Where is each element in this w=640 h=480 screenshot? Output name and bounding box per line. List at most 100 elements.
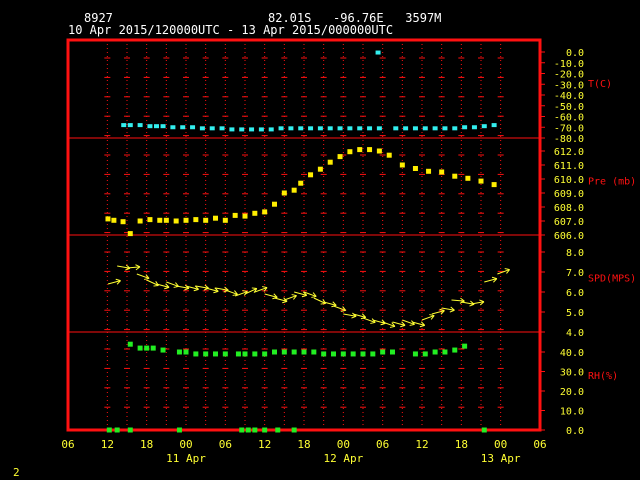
x-tick-label: 12 bbox=[101, 438, 114, 451]
wind-arrow-head bbox=[409, 323, 415, 326]
temperature-point bbox=[327, 126, 333, 131]
wind-arrow bbox=[421, 314, 435, 321]
pressure-point bbox=[222, 217, 228, 223]
axis-label: Pre (mb) bbox=[588, 177, 636, 188]
temperature-point bbox=[229, 127, 235, 132]
rh-point bbox=[183, 349, 189, 355]
rh-point bbox=[137, 345, 143, 351]
day-label: 11 Apr bbox=[166, 452, 206, 465]
rh-point bbox=[291, 349, 297, 355]
rh-point bbox=[106, 427, 112, 433]
rh-point bbox=[291, 427, 297, 433]
pressure-point bbox=[203, 217, 209, 223]
pressure-point bbox=[347, 149, 353, 155]
wind-arrow bbox=[382, 321, 396, 328]
pressure-point bbox=[120, 219, 126, 225]
rh-point bbox=[252, 351, 258, 357]
pressure-point bbox=[426, 168, 432, 174]
pressure-point bbox=[173, 218, 179, 224]
temperature-point bbox=[337, 126, 343, 131]
wind-arrow-head bbox=[193, 288, 199, 292]
rh-point bbox=[272, 349, 277, 355]
temperature-point bbox=[288, 126, 294, 131]
temperature-point bbox=[249, 127, 255, 132]
pressure-point bbox=[317, 166, 323, 172]
pressure-point bbox=[291, 187, 297, 193]
pressure-point bbox=[137, 218, 143, 224]
pressure-point bbox=[376, 148, 382, 154]
wind-arrow-head bbox=[491, 276, 497, 280]
wind-arrow-head bbox=[213, 290, 219, 294]
y-tick-label: 6.0 bbox=[566, 288, 584, 299]
wind-arrow-head bbox=[282, 300, 288, 304]
pressure-point bbox=[367, 147, 373, 153]
temperature-point bbox=[219, 126, 225, 131]
pressure-point bbox=[163, 217, 169, 223]
temperature-point bbox=[170, 125, 176, 130]
rh-point bbox=[281, 349, 287, 355]
temperature-point bbox=[278, 126, 284, 131]
y-tick-label: -30.0 bbox=[554, 80, 584, 91]
wind-arrow-head bbox=[153, 284, 159, 287]
rh-point bbox=[252, 427, 258, 433]
rh-point bbox=[340, 351, 346, 357]
temperature-point bbox=[375, 50, 381, 55]
rh-point bbox=[239, 427, 245, 433]
temperature-point bbox=[308, 126, 314, 131]
temperature-point bbox=[160, 124, 166, 129]
wind-arrow-head bbox=[262, 286, 268, 289]
wind-arrow-head bbox=[135, 264, 141, 268]
rh-point bbox=[150, 345, 156, 351]
y-tick-label: -70.0 bbox=[554, 123, 584, 134]
wind-arrow-head bbox=[400, 324, 406, 328]
rh-point bbox=[370, 351, 376, 357]
wind-arrow-head bbox=[125, 267, 131, 271]
y-tick-label: 611.0 bbox=[554, 161, 584, 172]
x-tick-label: 06 bbox=[61, 438, 74, 451]
temperature-point bbox=[393, 126, 399, 131]
wind-arrow-head bbox=[115, 278, 121, 282]
temperature-point bbox=[298, 126, 304, 131]
axis-label: SPD(MPS) bbox=[588, 274, 636, 285]
temperature-point bbox=[137, 123, 143, 128]
wind-arrow bbox=[107, 278, 121, 285]
meteogram-chart: 0.0-10.0-20.0-30.0-40.0-50.0-60.0-70.0-8… bbox=[61, 38, 636, 465]
rh-point bbox=[452, 347, 458, 353]
wind-arrow-head bbox=[449, 309, 455, 313]
rh-point bbox=[144, 345, 150, 351]
rh-point bbox=[301, 349, 307, 355]
rh-point bbox=[193, 351, 199, 357]
y-tick-label: 609.0 bbox=[554, 189, 584, 200]
pressure-point bbox=[262, 209, 268, 215]
pressure-point bbox=[308, 172, 314, 178]
wind-arrow-head bbox=[291, 294, 297, 297]
rh-point bbox=[380, 349, 386, 355]
y-tick-label: 608.0 bbox=[554, 203, 584, 214]
temperature-point bbox=[452, 126, 458, 131]
rh-point bbox=[481, 427, 487, 433]
pressure-point bbox=[327, 159, 333, 165]
temperature-point bbox=[180, 125, 186, 130]
y-tick-label: -40.0 bbox=[554, 91, 584, 102]
pressure-point bbox=[281, 190, 287, 196]
wind-arrow bbox=[333, 305, 347, 312]
wind-arrow-head bbox=[370, 321, 376, 324]
pressure-point bbox=[147, 217, 153, 223]
wind-arrow-head bbox=[389, 325, 395, 328]
pressure-point bbox=[213, 215, 218, 221]
wind-arrow bbox=[146, 279, 159, 287]
temperature-point bbox=[462, 125, 468, 130]
x-tick-label: 06 bbox=[376, 438, 389, 451]
rh-point bbox=[321, 351, 327, 357]
pressure-point bbox=[478, 178, 484, 184]
day-label: 12 Apr bbox=[323, 452, 363, 465]
rh-point bbox=[242, 351, 248, 357]
pressure-point bbox=[386, 152, 392, 158]
wind-arrow-head bbox=[380, 322, 386, 326]
y-tick-label: 0.0 bbox=[566, 48, 584, 59]
x-tick-label: 12 bbox=[258, 438, 271, 451]
x-tick-label: 00 bbox=[337, 438, 350, 451]
y-tick-label: 8.0 bbox=[566, 248, 584, 259]
rh-point bbox=[262, 427, 268, 433]
temperature-point bbox=[209, 126, 215, 131]
